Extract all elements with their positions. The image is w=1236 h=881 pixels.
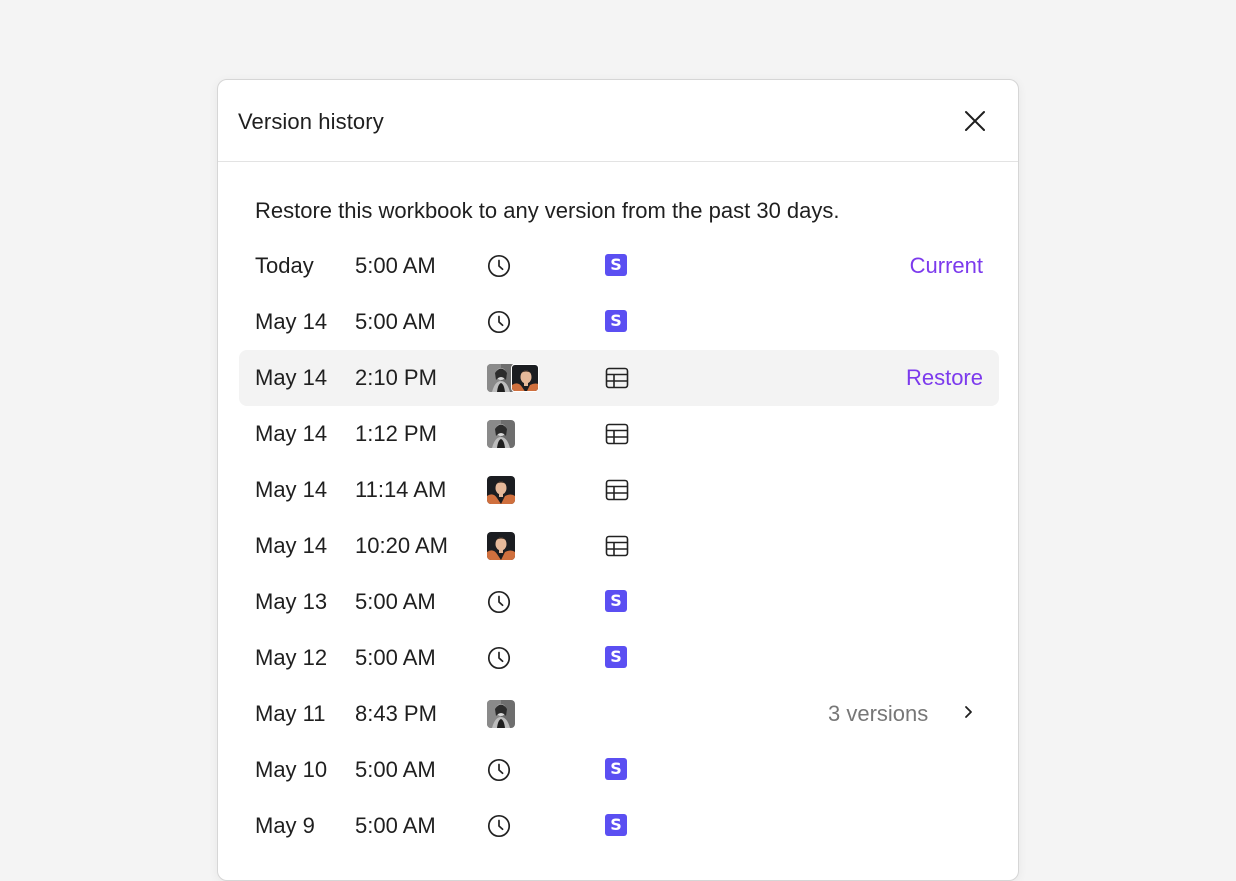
version-row[interactable]: May 14 11:14 AM — [239, 462, 999, 518]
version-source: S — [605, 814, 629, 838]
version-author — [487, 420, 515, 448]
version-time: 5:00 AM — [355, 589, 436, 614]
version-author — [487, 700, 515, 728]
version-time: 11:14 AM — [355, 477, 447, 502]
table-icon — [605, 366, 629, 390]
s-badge-icon: S — [605, 310, 627, 332]
version-date: May 14 — [255, 309, 328, 334]
clock-icon — [487, 310, 511, 334]
avatar-man-icon — [487, 476, 515, 504]
clock-icon — [487, 814, 511, 838]
version-row[interactable]: May 14 10:20 AM — [239, 518, 999, 574]
version-time: 5:00 AM — [355, 253, 436, 278]
avatar-woman-icon — [487, 420, 515, 448]
version-row[interactable]: May 14 2:10 PM Restore — [239, 350, 999, 406]
version-date: Today — [255, 253, 314, 278]
version-author — [487, 644, 511, 672]
version-author — [487, 532, 515, 560]
version-author — [487, 476, 515, 504]
version-date: May 10 — [255, 757, 328, 782]
s-badge-icon: S — [605, 590, 627, 612]
version-source — [605, 534, 629, 558]
version-source — [605, 366, 629, 390]
version-time: 8:43 PM — [355, 701, 437, 726]
table-icon — [605, 478, 629, 502]
version-author — [487, 252, 511, 280]
chevron-right-icon[interactable] — [959, 703, 977, 721]
version-row[interactable]: May 9 5:00 AM S — [239, 798, 999, 854]
version-row[interactable]: May 14 1:12 PM — [239, 406, 999, 462]
version-row[interactable]: May 11 8:43 PM 3 versions — [239, 686, 999, 742]
version-history-dialog: Version history Restore this workbook to… — [217, 79, 1019, 881]
version-author — [487, 756, 511, 784]
avatar — [487, 700, 515, 728]
version-row[interactable]: May 14 5:00 AM S — [239, 294, 999, 350]
current-action[interactable]: Current — [910, 253, 983, 279]
version-date: May 12 — [255, 645, 328, 670]
version-source — [605, 478, 629, 502]
version-group-count[interactable]: 3 versions — [828, 701, 928, 727]
dialog-title: Version history — [238, 109, 384, 134]
version-date: May 14 — [255, 533, 328, 558]
clock-icon — [487, 646, 511, 670]
version-date: May 14 — [255, 477, 328, 502]
version-time: 5:00 AM — [355, 309, 436, 334]
version-list: Today 5:00 AM S Current May 14 5:00 AM S May 14… — [239, 238, 999, 854]
version-date: May 14 — [255, 365, 328, 390]
clock-icon — [487, 254, 511, 278]
avatar — [487, 532, 515, 560]
version-time: 1:12 PM — [355, 421, 437, 446]
clock-icon — [487, 758, 511, 782]
avatar-woman-icon — [487, 700, 515, 728]
dialog-description: Restore this workbook to any version fro… — [255, 198, 840, 223]
version-row[interactable]: May 13 5:00 AM S — [239, 574, 999, 630]
version-time: 10:20 AM — [355, 533, 448, 558]
avatar-man-icon — [487, 532, 515, 560]
table-icon — [605, 422, 629, 446]
version-author — [487, 588, 511, 616]
version-date: May 13 — [255, 589, 328, 614]
avatar — [511, 364, 539, 392]
s-badge-icon: S — [605, 254, 627, 276]
version-source: S — [605, 646, 629, 670]
version-time: 5:00 AM — [355, 645, 436, 670]
version-date: May 14 — [255, 421, 328, 446]
avatar — [487, 420, 515, 448]
table-icon — [605, 534, 629, 558]
s-badge-icon: S — [605, 814, 627, 836]
version-author — [487, 812, 511, 840]
version-row[interactable]: Today 5:00 AM S Current — [239, 238, 999, 294]
version-author — [487, 308, 511, 336]
version-source: S — [605, 590, 629, 614]
version-time: 2:10 PM — [355, 365, 437, 390]
version-time: 5:00 AM — [355, 813, 436, 838]
avatar-man-icon — [512, 365, 539, 392]
restore-action[interactable]: Restore — [906, 365, 983, 391]
avatar — [487, 476, 515, 504]
version-source: S — [605, 310, 629, 334]
version-date: May 9 — [255, 813, 315, 838]
s-badge-icon: S — [605, 758, 627, 780]
clock-icon — [487, 590, 511, 614]
version-author — [487, 364, 539, 392]
version-source: S — [605, 758, 629, 782]
version-row[interactable]: May 12 5:00 AM S — [239, 630, 999, 686]
version-time: 5:00 AM — [355, 757, 436, 782]
version-source: S — [605, 254, 629, 278]
s-badge-icon: S — [605, 646, 627, 668]
version-date: May 11 — [255, 701, 326, 726]
close-icon[interactable] — [962, 108, 988, 134]
version-source — [605, 422, 629, 446]
version-row[interactable]: May 10 5:00 AM S — [239, 742, 999, 798]
dialog-header: Version history — [218, 80, 1018, 162]
